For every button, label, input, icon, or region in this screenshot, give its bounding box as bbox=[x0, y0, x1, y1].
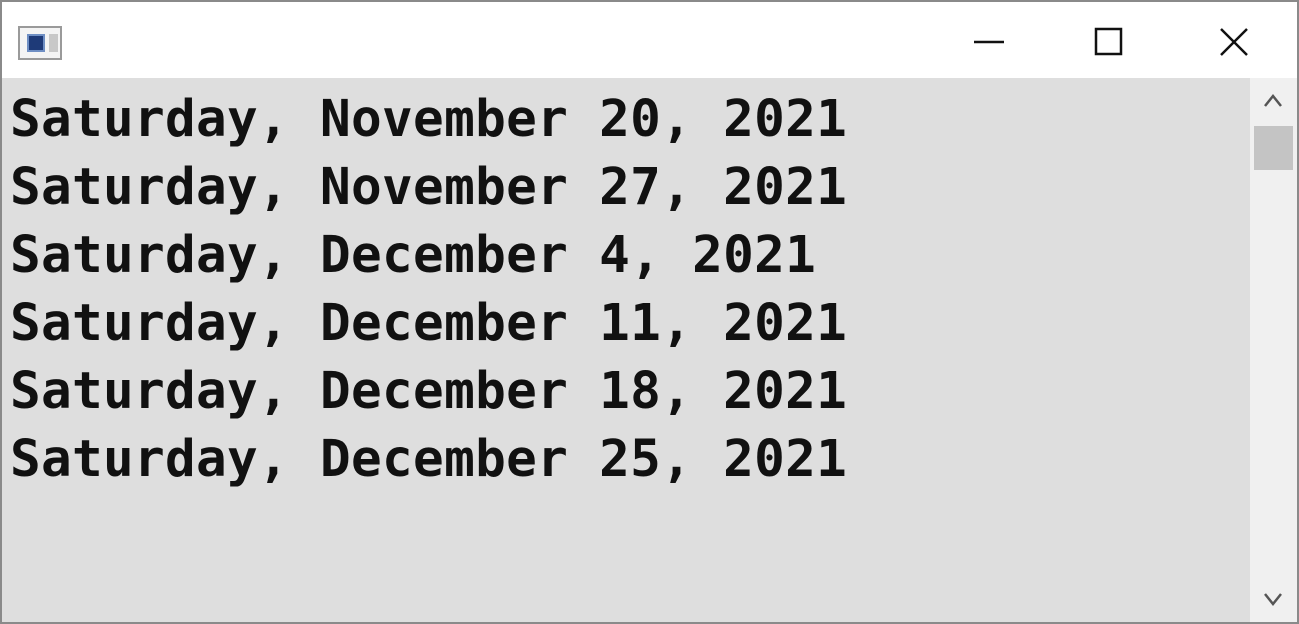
app-icon-panel bbox=[49, 34, 58, 52]
console-app-icon[interactable] bbox=[18, 26, 62, 60]
output-line: Saturday, December 18, 2021 bbox=[10, 362, 848, 421]
title-bar[interactable] bbox=[2, 2, 1297, 78]
scroll-up-button[interactable] bbox=[1250, 78, 1297, 122]
minimize-button[interactable] bbox=[928, 2, 1048, 78]
maximize-button[interactable] bbox=[1048, 2, 1168, 78]
close-icon bbox=[1220, 28, 1248, 56]
maximize-icon bbox=[1094, 27, 1123, 56]
output-line: Saturday, November 27, 2021 bbox=[10, 158, 848, 217]
vertical-scrollbar[interactable] bbox=[1250, 78, 1297, 622]
output-line: Saturday, December 4, 2021 bbox=[10, 226, 817, 285]
scroll-down-button[interactable] bbox=[1250, 578, 1297, 622]
scroll-thumb[interactable] bbox=[1254, 126, 1293, 170]
output-lines: Saturday, November 20, 2021 Saturday, No… bbox=[10, 86, 847, 494]
chevron-down-icon bbox=[1264, 593, 1282, 607]
output-line: Saturday, December 11, 2021 bbox=[10, 294, 848, 353]
output-line: Saturday, November 20, 2021 bbox=[10, 90, 848, 149]
app-icon-screen bbox=[27, 34, 45, 52]
minimize-icon bbox=[974, 40, 1004, 44]
close-button[interactable] bbox=[1172, 2, 1297, 78]
console-window: Saturday, November 20, 2021 Saturday, No… bbox=[0, 0, 1299, 624]
output-line: Saturday, December 25, 2021 bbox=[10, 430, 848, 489]
chevron-up-icon bbox=[1264, 93, 1282, 107]
console-output[interactable]: Saturday, November 20, 2021 Saturday, No… bbox=[2, 78, 1250, 622]
